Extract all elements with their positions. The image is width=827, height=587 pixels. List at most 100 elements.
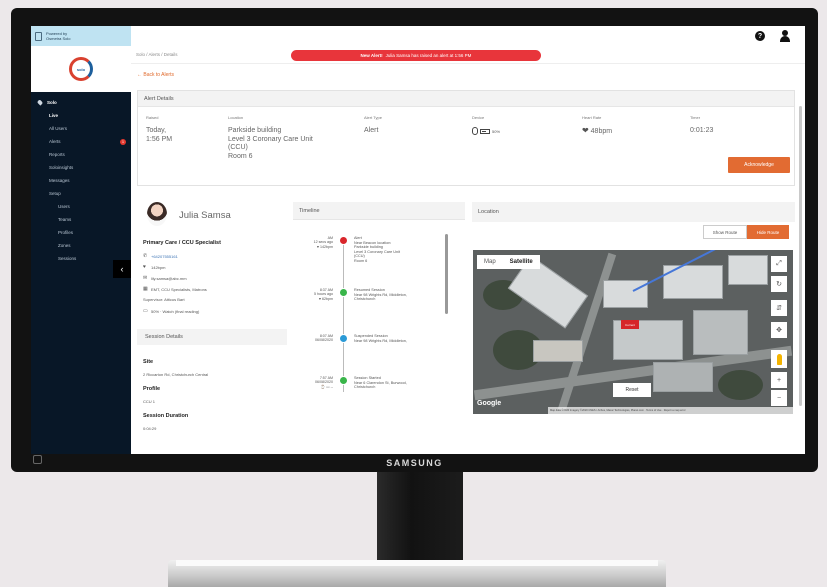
heart-value: 142bpm [151, 264, 166, 270]
timeline-time-line: ♥ 142bpm [316, 244, 333, 249]
timeline-line [343, 242, 344, 392]
hide-route-button[interactable]: Hide Route [747, 225, 789, 239]
sidebar-item-alerts[interactable]: Alerts 1 [31, 135, 131, 148]
top-bar: ? [131, 26, 805, 46]
collapse-sidebar-button[interactable]: ‹ [113, 260, 131, 278]
profile-label: Profile [143, 386, 161, 392]
satellite-tab[interactable]: Satellite [503, 255, 540, 269]
reset-map-button[interactable]: Reset [613, 383, 651, 397]
sidebar-item-solo[interactable]: Solo [31, 96, 131, 109]
sidebar-item-label: Alerts [49, 139, 61, 144]
map-building [653, 362, 713, 392]
timeline-event-text: Resumed Session Near 98 Wrights Rd, Middl… [354, 288, 454, 302]
compass-icon[interactable]: ✥ [771, 322, 787, 338]
back-to-alerts-link[interactable]: ← Back to Alerts [137, 72, 174, 78]
timeline-event-text: Session Started Near 6 Clarendon St, Burw… [354, 376, 454, 390]
sidebar-item-setup[interactable]: Setup [31, 187, 131, 200]
email-row[interactable]: ✉ lily.samsa@abc.mm [143, 275, 187, 281]
duration-label: Session Duration [143, 413, 189, 419]
logo-text: solo [76, 66, 86, 72]
alert-details-card: Alert Details Raised Today, 1:56 PM Loca… [137, 90, 795, 186]
timeline-dot [339, 334, 348, 343]
fullscreen-icon[interactable]: ⤢ [771, 256, 787, 272]
sidebar-item-soloinsights[interactable]: Soloinsights [31, 161, 131, 174]
timeline-event-text: Alert Near Beacon location: Parkside build… [354, 236, 454, 263]
timeline-dot [339, 288, 348, 297]
timeline-text-line: Christchurch [354, 385, 376, 389]
user-icon-body [780, 36, 790, 42]
sidebar-item-label: Live [49, 113, 59, 118]
map-building [728, 255, 768, 285]
supervisor-row: Supervisor: Atticus Bart [143, 297, 185, 302]
team-row: ▦ EMT, CCU Specialists, Matrons [143, 286, 207, 292]
sidebar-item-label: Setup [49, 191, 61, 196]
battery-icon [480, 128, 490, 134]
device-column: Device 50% [472, 115, 500, 135]
google-logo: Google [477, 400, 502, 407]
zoom-in-icon[interactable]: + [771, 372, 787, 388]
monitor-stand-neck [377, 472, 463, 564]
map-road [557, 252, 617, 412]
current-location-marker[interactable]: Current [621, 320, 639, 329]
raised-column: Raised Today, 1:56 PM [146, 115, 172, 144]
help-glyph: ? [757, 32, 763, 40]
rotate-icon[interactable]: ↻ [771, 276, 787, 292]
timeline-event-time: 7:57 AM 06/08/2020 ⌚ ▭ -- [293, 376, 333, 389]
help-icon[interactable]: ? [755, 31, 765, 41]
timeline-event-time: 8:07 AM 06/08/2020 [293, 334, 333, 343]
sidebar-item-teams[interactable]: Teams [31, 213, 131, 226]
phone-row[interactable]: ✆ +64207555161 [143, 253, 178, 259]
tilt-icon[interactable]: ⇵ [771, 300, 787, 316]
sidebar-item-users[interactable]: Users [31, 200, 131, 213]
alert-type-value: Alert [364, 127, 379, 134]
device-label: Device [472, 115, 485, 120]
sidebar-item-reports[interactable]: Reports [31, 148, 131, 161]
banner-strong: New Alert! [360, 53, 383, 58]
street-view-icon[interactable] [771, 350, 787, 368]
sidebar-item-label: Solo [47, 100, 57, 105]
sidebar-item-label: Users [58, 204, 70, 209]
map-tab[interactable]: Map [477, 255, 503, 269]
zoom-out-icon[interactable]: − [771, 390, 787, 406]
timeline-time-line: ⌚ ▭ -- [320, 384, 333, 389]
heart-rate-icon: ❤ [582, 126, 589, 135]
new-alert-banner[interactable]: New Alert! Julia Samsa has raised an ale… [291, 50, 541, 61]
sidebar-item-live[interactable]: Live [31, 109, 131, 122]
battery-small-icon: ▭ [143, 308, 148, 314]
logo-area: solo [31, 46, 131, 92]
phone-value: +64207555161 [151, 253, 178, 259]
acknowledge-button[interactable]: Acknowledge [728, 157, 790, 173]
team-icon: ▦ [143, 286, 148, 292]
map-building [533, 340, 583, 362]
sidebar-item-profiles[interactable]: Profiles [31, 226, 131, 239]
heart-icon: ♥ [143, 264, 146, 270]
screen: Powered by Osmetra Solo solo Solo Live All… [31, 26, 805, 454]
timeline-scrollbar[interactable] [445, 234, 448, 314]
timeline-text-line: Room 6 [354, 258, 368, 263]
timeline-time-line: 06/08/2020 [315, 338, 333, 343]
sidebar-item-label: Reports [49, 152, 65, 157]
sidebar-item-messages[interactable]: Messages [31, 174, 131, 187]
alert-type-label: Alert Type [364, 115, 382, 120]
map-view[interactable]: Map Satellite Current ⤢ ↻ ⇵ ✥ + − Reset … [473, 250, 793, 414]
sidebar-item-zones[interactable]: Zones [31, 239, 131, 252]
timeline-panel: Timeline AM 12 secs ago ♥ 142bpm Alert Near … [293, 202, 465, 402]
show-route-button[interactable]: Show Route [703, 225, 747, 239]
location-line-2: Level 3 Coronary Care Unit [228, 135, 313, 143]
alerts-count-badge: 1 [120, 138, 126, 145]
timer-label: Timer [690, 115, 701, 120]
team-value: EMT, CCU Specialists, Matrons [151, 286, 207, 292]
powered-by-banner[interactable]: Powered by Osmetra Solo [31, 26, 131, 46]
alert-type-column: Alert Type Alert [364, 115, 382, 136]
sidebar: Powered by Osmetra Solo solo Solo Live All… [31, 26, 131, 454]
sidebar-item-label: Soloinsights [49, 165, 74, 170]
timeline-event-text: Suspended Session Near 98 Wrights Rd, Mid… [354, 334, 454, 343]
avatar [147, 202, 167, 226]
breadcrumb[interactable]: Solo / Alerts / Details [136, 52, 178, 57]
page-scrollbar[interactable] [799, 106, 802, 406]
user-icon[interactable] [779, 30, 791, 42]
heart-rate-label: Heart Rate [582, 115, 602, 120]
map-attribution[interactable]: Map data ©2020 Imagery ©2020 CNES / Airb… [548, 407, 793, 414]
watch-icon [472, 127, 478, 135]
sidebar-item-all-users[interactable]: All Users [31, 122, 131, 135]
